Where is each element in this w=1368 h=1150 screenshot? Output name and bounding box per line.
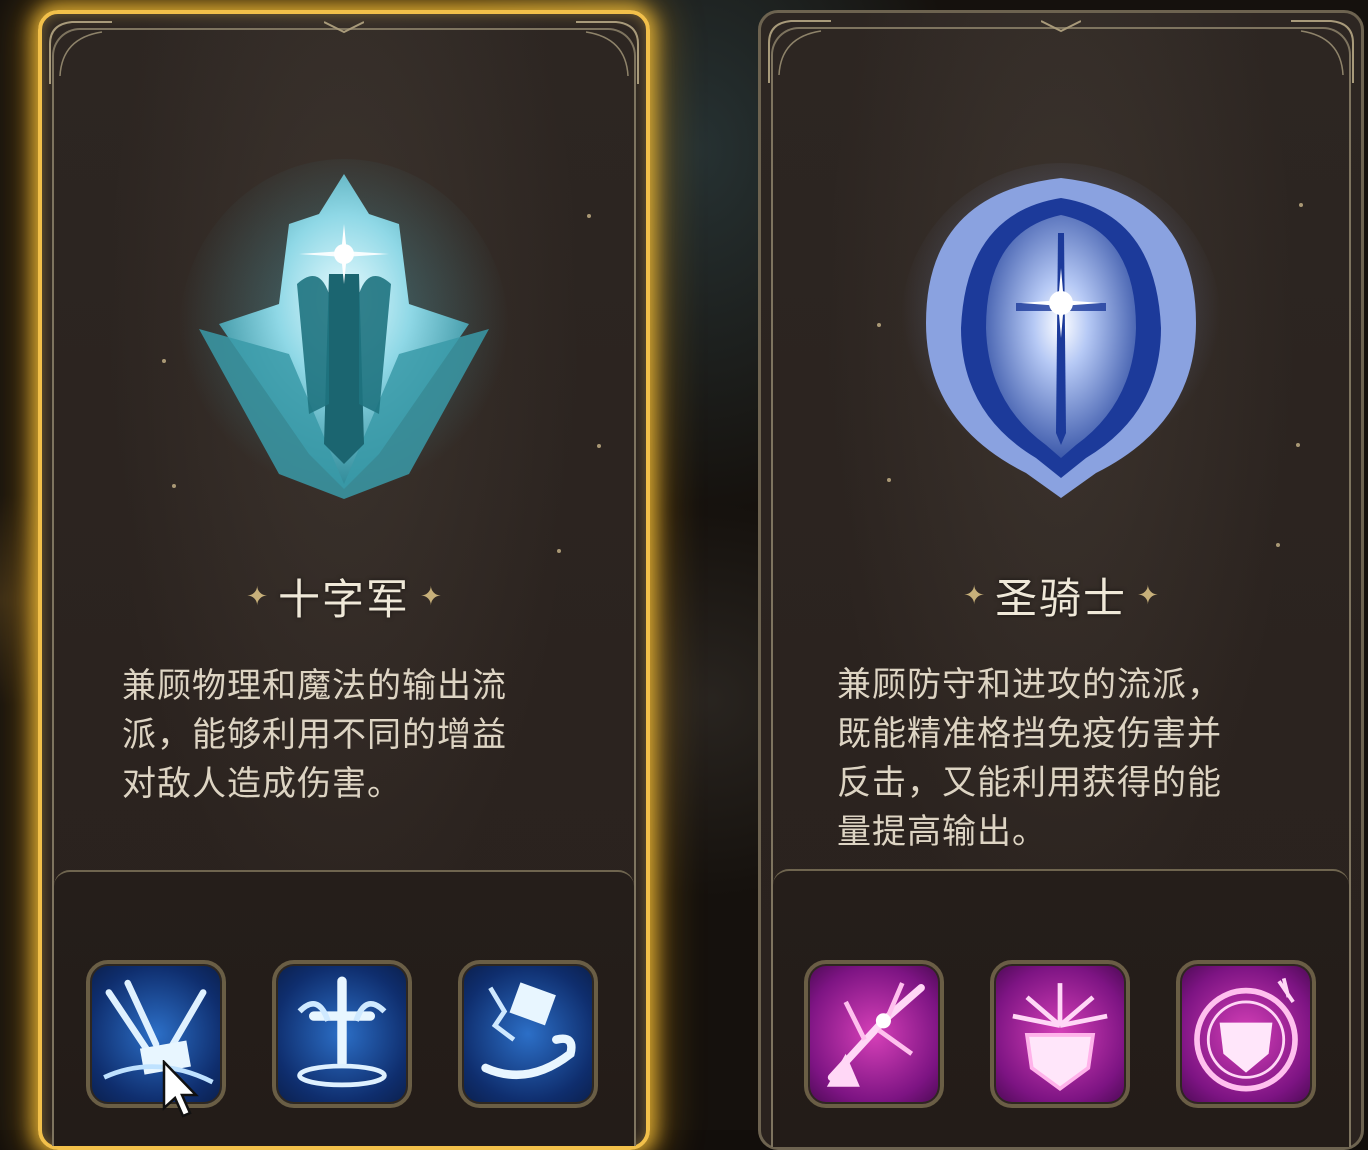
description-line: 兼顾防守和进攻的流派， bbox=[837, 665, 1222, 705]
shield-aura-skill-icon[interactable] bbox=[1176, 960, 1316, 1108]
corner-ornament bbox=[768, 20, 831, 83]
sparkle-dot bbox=[1299, 203, 1303, 207]
sparkle-dot bbox=[587, 214, 591, 218]
sparkle-dot bbox=[1296, 443, 1300, 447]
sparkle-right-icon: ✦ bbox=[1137, 580, 1159, 611]
description-line: 反击，又能利用获得的能 bbox=[837, 763, 1222, 803]
holy-cross-totem-skill-icon[interactable] bbox=[272, 960, 412, 1108]
description-line: 派，能够利用不同的增益 bbox=[122, 715, 507, 755]
description-line: 量提高输出。 bbox=[837, 812, 1047, 852]
sparkle-left-icon: ✦ bbox=[963, 580, 985, 611]
hammer-swirl-skill-icon[interactable] bbox=[458, 960, 598, 1108]
sparkle-dot bbox=[1276, 543, 1280, 547]
class-description: 兼顾物理和魔法的输出流 派，能够利用不同的增益 对敌人造成伤害。 bbox=[122, 662, 586, 809]
shield-arrows-skill-icon[interactable] bbox=[990, 960, 1130, 1108]
sparkle-dot bbox=[877, 323, 881, 327]
sparkle-right-icon: ✦ bbox=[420, 581, 442, 612]
class-title-row: ✦ 十字军 ✦ bbox=[42, 566, 646, 627]
description-line: 对敌人造成伤害。 bbox=[122, 764, 402, 804]
corner-ornament bbox=[576, 21, 639, 84]
corner-ornament bbox=[1291, 20, 1354, 83]
sparkle-dot bbox=[887, 478, 891, 482]
mouse-cursor-icon bbox=[162, 1060, 199, 1118]
class-name: 圣骑士 bbox=[994, 574, 1127, 623]
class-title-row: ✦ 圣骑士 ✦ bbox=[761, 565, 1361, 626]
crusader-shield-emblem-icon bbox=[179, 159, 509, 509]
top-ornament bbox=[1041, 20, 1081, 33]
sparkle-dot bbox=[172, 484, 176, 488]
description-line: 既能精准格挡免疫伤害并 bbox=[837, 714, 1222, 754]
class-name: 十字军 bbox=[277, 575, 410, 624]
sparkle-dot bbox=[162, 359, 166, 363]
piercing-burst-skill-icon[interactable] bbox=[804, 960, 944, 1108]
class-description: 兼顾防守和进攻的流派， 既能精准格挡免疫伤害并 反击，又能利用获得的能 量提高输… bbox=[837, 661, 1297, 857]
paladin-shield-emblem-icon bbox=[901, 163, 1221, 498]
corner-ornament bbox=[49, 21, 112, 84]
sparkle-dot bbox=[597, 444, 601, 448]
description-line: 兼顾物理和魔法的输出流 bbox=[122, 666, 507, 706]
sparkle-left-icon: ✦ bbox=[246, 581, 268, 612]
top-ornament bbox=[324, 21, 364, 34]
sparkle-dot bbox=[557, 549, 561, 553]
hammer-strike-skill-icon[interactable] bbox=[86, 960, 226, 1108]
